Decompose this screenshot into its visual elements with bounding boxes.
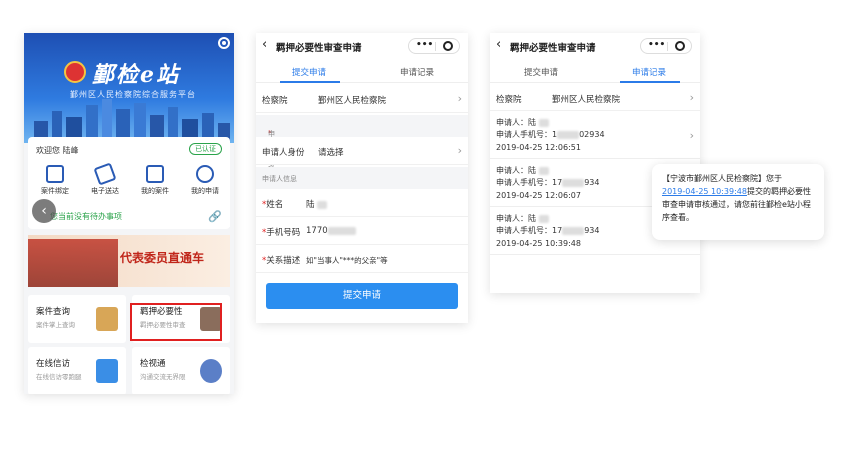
tile-case-query[interactable]: 案件查询 案件掌上查询 [28, 295, 126, 343]
nav-bar: ‹ 羁押必要性审查申请 ••• [490, 33, 700, 59]
sms-time-link[interactable]: 2019-04-25 10:39:48 [662, 187, 747, 196]
document-icon [46, 165, 64, 183]
procuratorate-emblem-icon [64, 61, 86, 83]
more-icon[interactable]: ••• [648, 40, 665, 50]
mail-icon [96, 359, 118, 383]
more-icon[interactable]: ••• [416, 40, 433, 50]
nav-bar: ‹ 羁押必要性审查申请 ••• [256, 33, 468, 59]
capsule-menu[interactable]: ••• [640, 38, 692, 54]
close-icon[interactable] [218, 37, 230, 49]
procuratorate-row[interactable]: 检察院 鄞州区人民检察院 › [490, 85, 700, 111]
close-mini-icon[interactable] [675, 41, 685, 51]
back-arrow-icon[interactable]: ‹ [496, 37, 501, 52]
identity-row[interactable]: 申请人身份 请选择 › [256, 137, 468, 165]
quick-item-case-bind[interactable]: 案件绑定 [30, 165, 80, 196]
back-button[interactable]: ‹ [32, 199, 56, 223]
link-icon[interactable]: 🔗 [208, 210, 222, 223]
verified-badge: 已认证 [189, 143, 222, 155]
tile-online-petition[interactable]: 在线信访 在线信访零跑腿 [28, 347, 126, 394]
quick-item-e-delivery[interactable]: 电子送达 [80, 162, 130, 196]
brand-title: 鄞检e站 [92, 62, 180, 88]
tab-records[interactable]: 申请记录 [400, 66, 434, 78]
chevron-right-icon: › [457, 92, 462, 105]
tab-underline [280, 81, 340, 83]
tab-bar: 提交申请 申请记录 [490, 59, 700, 83]
procuratorate-row[interactable]: 检察院 鄞州区人民检察院 › [256, 85, 468, 113]
chevron-right-icon: › [689, 129, 694, 142]
todo-bar[interactable]: 您当前没有待办事项 🔗 [28, 205, 230, 227]
welcome-text: 欢迎您 陆峰 [36, 146, 79, 155]
phone-field[interactable]: *手机号码 1770 [256, 217, 468, 245]
page-title: 羁押必要性审查申请 [276, 43, 362, 54]
back-arrow-icon[interactable]: ‹ [262, 37, 267, 52]
page-title: 羁押必要性审查申请 [510, 43, 596, 54]
info-section: 申请人信息 [256, 167, 468, 189]
clock-icon [196, 165, 214, 183]
tab-submit[interactable]: 提交申请 [292, 66, 326, 78]
records-screen: ‹ 羁押必要性审查申请 ••• 提交申请 申请记录 检察院 鄞州区人民检察院 ›… [490, 33, 700, 293]
skyline-illustration [34, 99, 230, 143]
chevron-right-icon: › [457, 144, 462, 157]
quick-item-my-applications[interactable]: 我的申请 [180, 165, 230, 196]
tab-bar: 提交申请 申请记录 [256, 59, 468, 83]
close-mini-icon[interactable] [443, 41, 453, 51]
highlight-box [130, 303, 222, 341]
home-banner: 鄞检e站 鄞州区人民检察院综合服务平台 [24, 33, 234, 143]
promo-banner[interactable]: 代表委员直通车 [28, 235, 230, 287]
tab-submit[interactable]: 提交申请 [524, 66, 558, 78]
promo-text: 代表委员直通车 [120, 251, 205, 265]
name-field[interactable]: *姓名 陆 [256, 189, 468, 217]
identity-section: * 申请人身份 [256, 115, 468, 178]
record-item[interactable]: 申请人：陆 申请人手机号：1 02934 2019-04-25 12:06:51 … [490, 113, 700, 159]
submit-button[interactable]: 提交申请 [266, 283, 458, 309]
chevron-right-icon: › [689, 91, 694, 104]
tile-video-link[interactable]: 检视通 沟通交流无界限 [132, 347, 230, 394]
capsule-menu[interactable]: ••• [408, 38, 460, 54]
tab-records[interactable]: 申请记录 [632, 66, 666, 78]
video-call-icon [200, 359, 222, 383]
quick-item-my-cases[interactable]: 我的案件 [130, 165, 180, 196]
todo-text: 您当前没有待办事项 [50, 212, 122, 221]
building-image [28, 239, 118, 287]
tab-underline [620, 81, 680, 83]
home-screen: 鄞检e站 鄞州区人民检察院综合服务平台 欢迎您 陆峰 已认证 案件绑定 电子送达 [24, 33, 234, 394]
folder-icon [96, 307, 118, 331]
relation-field[interactable]: *关系描述 如"当事人"***的父亲"等 [256, 245, 468, 273]
ticket-icon [93, 162, 117, 186]
monitor-icon [146, 165, 164, 183]
sms-notification: 【宁波市鄞州区人民检察院】您于 2019-04-25 10:39:48提交的羁押… [652, 164, 824, 240]
submit-screen: ‹ 羁押必要性审查申请 ••• 提交申请 申请记录 检察院 鄞州区人民检察院 ›… [256, 33, 468, 323]
